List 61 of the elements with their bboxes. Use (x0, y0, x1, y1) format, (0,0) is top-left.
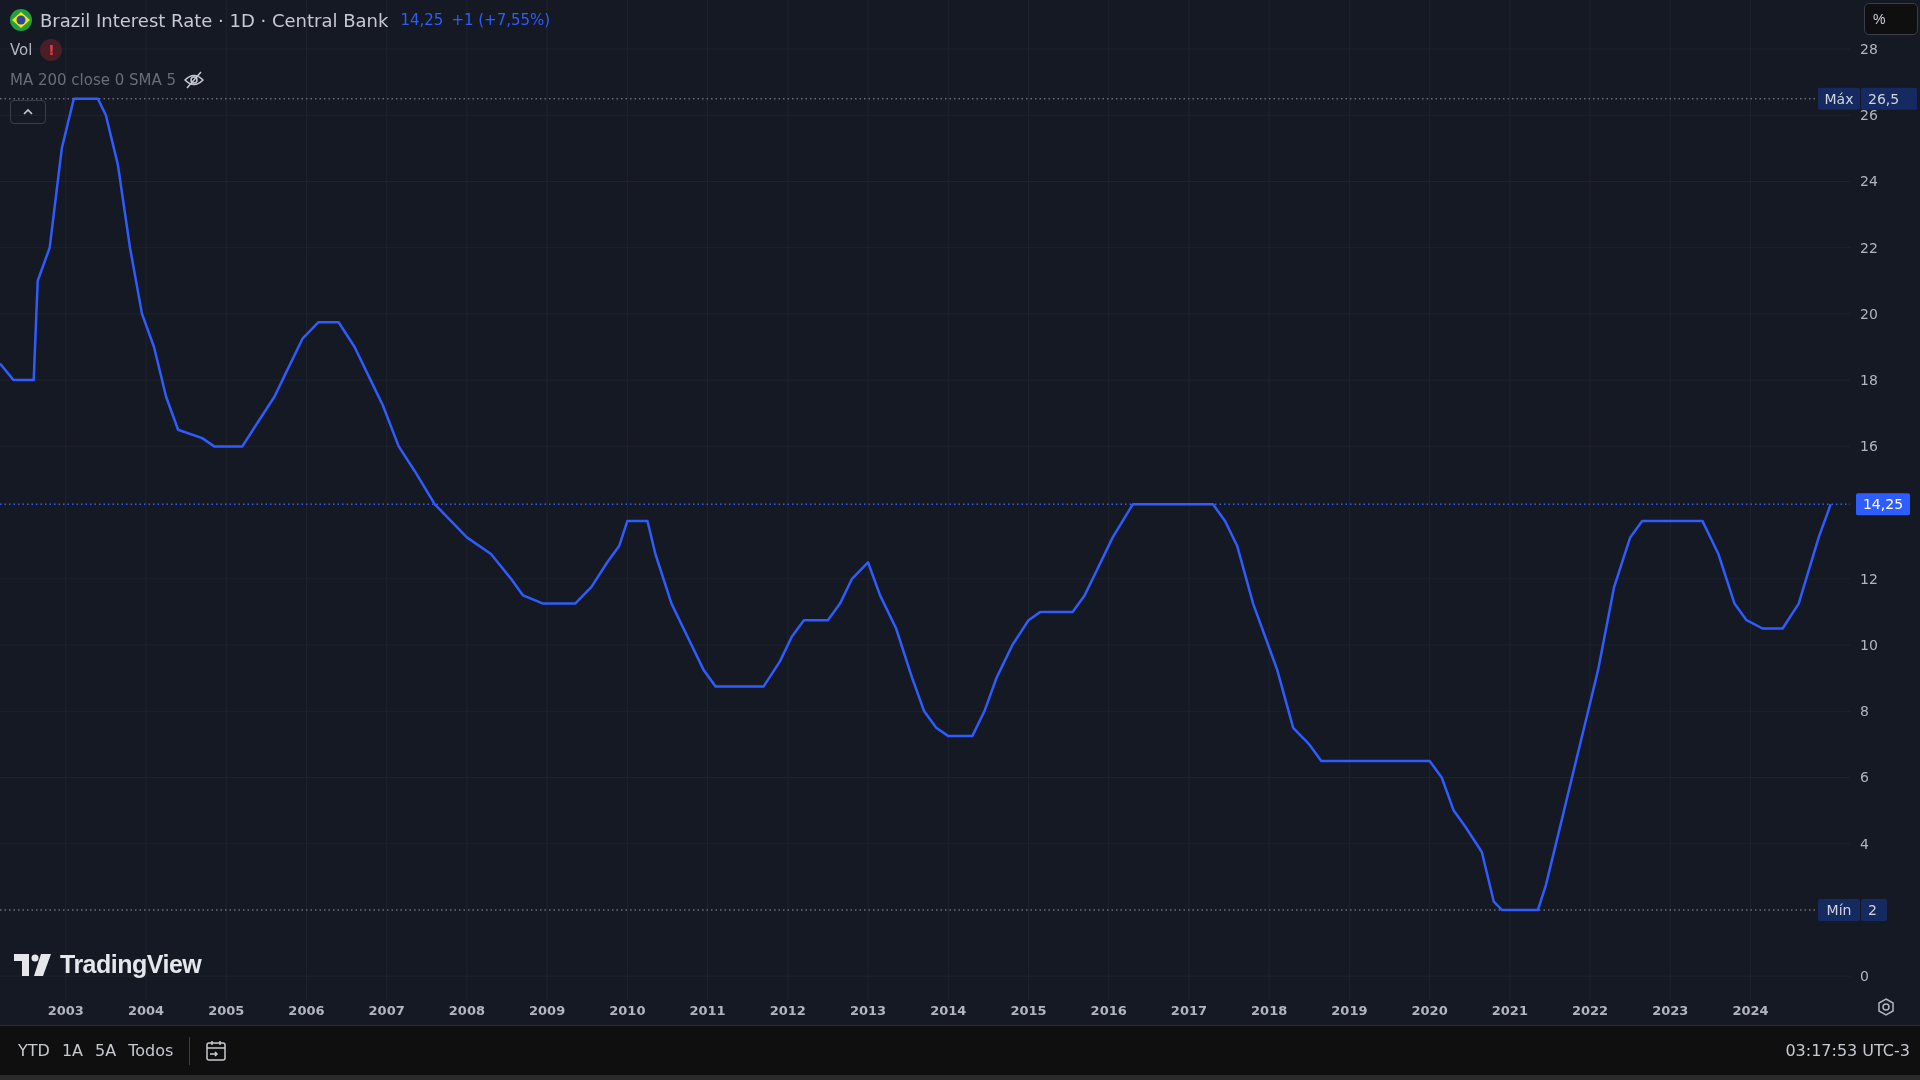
range-button[interactable]: YTD (12, 1037, 56, 1065)
brand-name: TradingView (60, 950, 202, 979)
time-axis-label: 2010 (609, 1003, 646, 1018)
price-axis-label: 4 (1860, 835, 1869, 852)
chart-title: Brazil Interest Rate · 1D · Central Bank (40, 9, 389, 31)
time-axis-label: 2014 (930, 1003, 967, 1018)
time-axis-label: 2005 (208, 1003, 245, 1018)
price-axis-label: 24 (1860, 173, 1878, 190)
price-axis-label: 12 (1860, 570, 1878, 587)
price-axis-label: 28 (1860, 41, 1878, 57)
last-price-tag: 14,25 (1856, 493, 1910, 516)
price-change: +1 (+7,55%) (451, 11, 551, 29)
price-axis-label: 26 (1860, 107, 1878, 124)
time-axis-label: 2019 (1331, 1003, 1368, 1018)
price-axis-label: 18 (1860, 372, 1878, 389)
last-price-value: 14,25 (400, 11, 444, 29)
eye-crossed-icon[interactable] (184, 71, 205, 89)
settings-icon[interactable] (1878, 998, 1894, 1016)
price-axis-label: 6 (1860, 769, 1869, 786)
indicator-label[interactable]: Vol (10, 41, 33, 59)
time-axis-label: 2021 (1491, 1003, 1528, 1018)
time-axis-label: 2023 (1652, 1003, 1689, 1018)
extreme-label-tag: Mín (1818, 898, 1860, 921)
price-axis-label: 20 (1860, 305, 1878, 322)
price-axis-label: 22 (1860, 239, 1878, 256)
logo-icon (14, 953, 52, 976)
time-axis-label: 2004 (127, 1003, 165, 1018)
price-axis-label: 16 (1860, 438, 1878, 455)
time-axis-label: 2012 (769, 1003, 806, 1018)
time-axis-label: 2018 (1251, 1003, 1288, 1018)
extreme-label-tag: Máx (1818, 87, 1860, 110)
time-axis-label: 2009 (529, 1003, 566, 1018)
extreme-value-tag: 26,5 (1861, 87, 1917, 110)
range-button[interactable]: Todos (122, 1037, 180, 1065)
range-button[interactable]: 5A (89, 1037, 123, 1065)
time-axis-label: 2013 (849, 1003, 887, 1018)
price-axis-label: 8 (1860, 703, 1869, 720)
scale-mode-button[interactable]: % (1864, 3, 1918, 35)
time-axis-label: 2017 (1170, 1003, 1208, 1018)
price-axis-label: 0 (1860, 968, 1869, 985)
ref-line-label: Máx (1824, 90, 1854, 107)
extreme-value-tag: 2 (1861, 898, 1887, 921)
price-axis-label: 10 (1860, 637, 1878, 654)
clock: 03:17:53 UTC-3 (1785, 1041, 1910, 1061)
calendar-icon (204, 1038, 229, 1063)
time-axis-label: 2008 (448, 1003, 485, 1018)
caret-icon (22, 108, 34, 116)
time-axis-label: 2007 (368, 1003, 405, 1018)
time-axis-label: 2024 (1732, 1003, 1769, 1018)
collapse-button[interactable] (10, 100, 46, 124)
time-axis-label: 2015 (1010, 1003, 1047, 1018)
range-button[interactable]: 1A (55, 1037, 89, 1065)
time-axis-label: 2006 (288, 1003, 325, 1018)
ref-line-label: Mín (1826, 901, 1852, 918)
time-axis-label: 2020 (1411, 1003, 1448, 1018)
time-axis-label: 2003 (47, 1003, 84, 1018)
time-axis-label: 2022 (1572, 1003, 1609, 1018)
flag-icon (10, 9, 32, 31)
time-axis-label: 2016 (1090, 1003, 1127, 1018)
warning-badge[interactable]: ! (40, 39, 63, 61)
time-axis-label: 2011 (689, 1003, 726, 1018)
